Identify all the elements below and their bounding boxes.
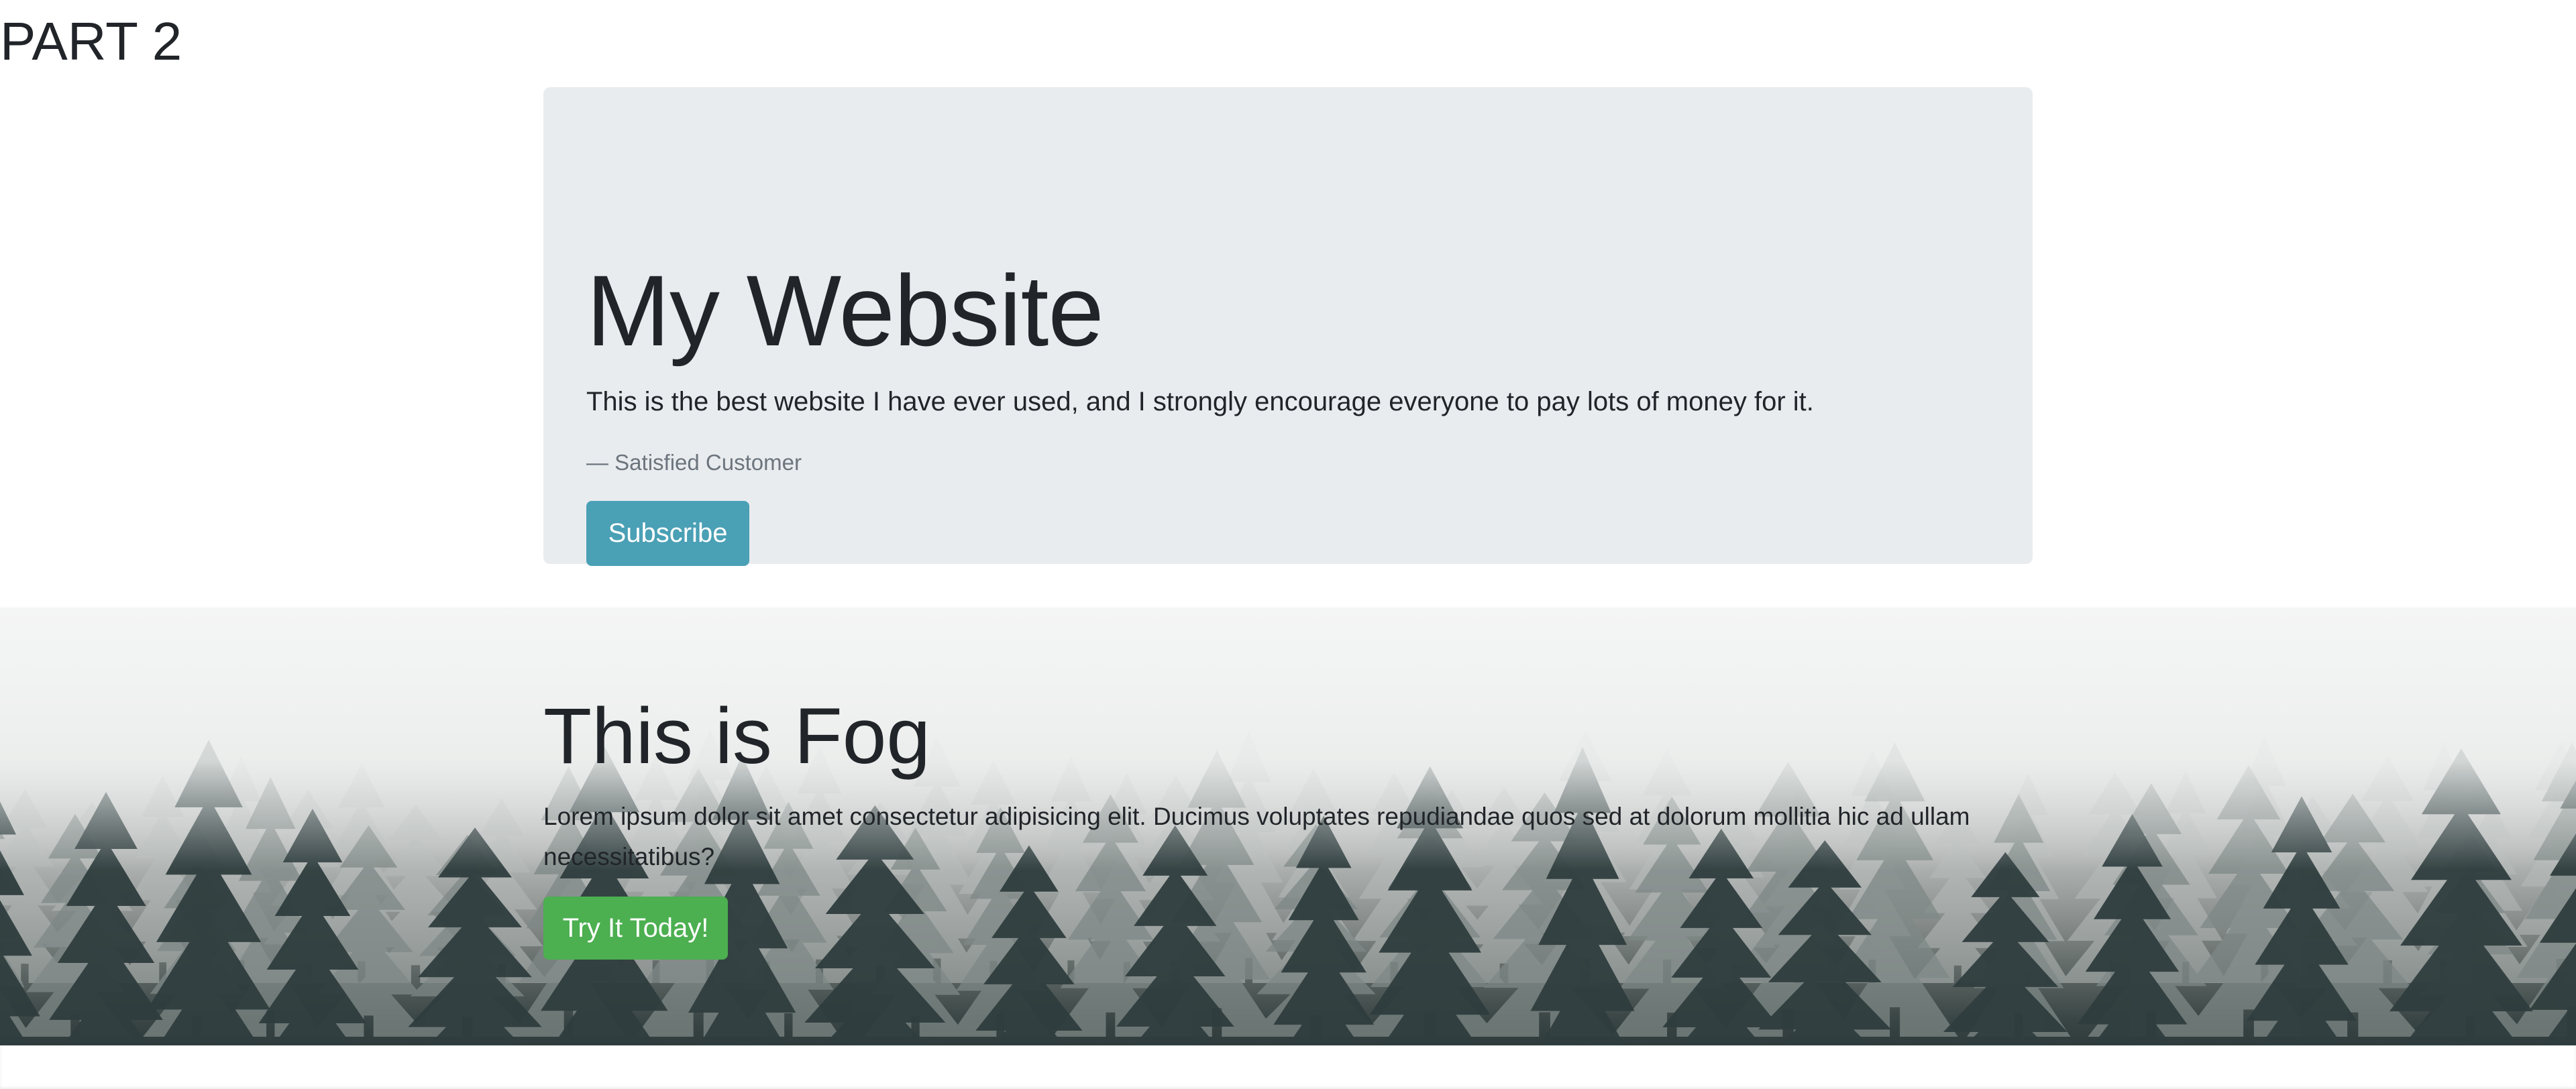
jumbotron: My Website This is the best website I ha… xyxy=(543,87,2033,566)
jumbotron-cite: — Satisfied Customer xyxy=(586,450,802,475)
fog-heading: This is Fog xyxy=(543,692,931,781)
fog-lead: Lorem ipsum dolor sit amet consectetur a… xyxy=(543,803,1970,870)
fog-section: This is Fog Lorem ipsum dolor sit amet c… xyxy=(0,608,2576,1045)
page: PART 2 My Website This is the best websi… xyxy=(0,0,2576,1089)
jumbotron-heading: My Website xyxy=(586,254,1104,367)
part-title: PART 2 xyxy=(0,11,182,71)
try-it-today-button[interactable]: Try It Today! xyxy=(543,897,728,960)
section-divider xyxy=(0,1045,2576,1089)
jumbotron-lead: This is the best website I have ever use… xyxy=(586,387,1814,416)
subscribe-button[interactable]: Subscribe xyxy=(586,501,749,566)
